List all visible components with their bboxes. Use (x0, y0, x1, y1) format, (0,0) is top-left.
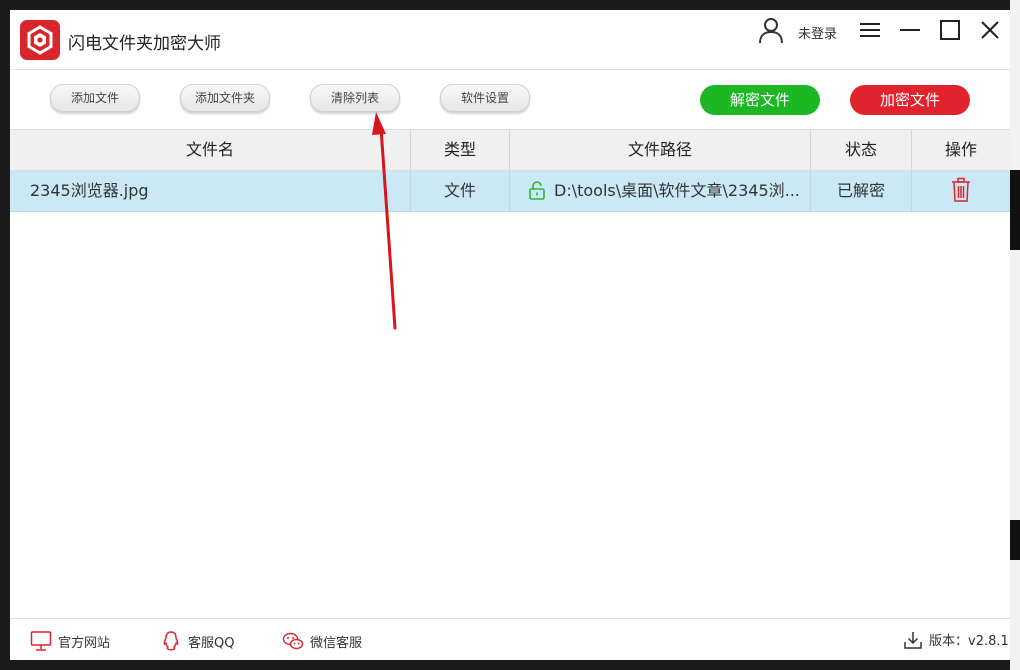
menu-icon[interactable] (858, 18, 882, 42)
header-action: 操作 (944, 140, 977, 159)
file-path-text: D:\tools\桌面\软件文章\2345浏... (554, 181, 800, 200)
header-type[interactable]: 类型 (411, 130, 510, 170)
trash-icon[interactable] (950, 177, 972, 203)
app-logo-icon (20, 20, 60, 60)
file-status-cell: 已解密 (811, 171, 912, 211)
app-title: 闪电文件夹加密大师 (68, 34, 221, 54)
official-website-link[interactable]: 官方网站 (30, 630, 110, 652)
footer-bar: 官方网站 客服QQ 微信客服 版本：v2.8.1 (10, 618, 1010, 660)
add-folder-button[interactable]: 添加文件夹 (180, 84, 270, 112)
maximize-icon[interactable] (938, 18, 962, 42)
download-icon (904, 632, 922, 649)
wechat-service-label: 微信客服 (310, 636, 363, 651)
add-file-button[interactable]: 添加文件 (50, 84, 140, 112)
customer-qq-link[interactable]: 客服QQ (160, 630, 234, 652)
title-divider (10, 69, 1010, 70)
file-type-cell: 文件 (411, 171, 510, 211)
app-window: 闪电文件夹加密大师 未登录 添加文件 添加文件夹 清除列表 软件设置 解密文件 … (10, 10, 1010, 660)
table-header: 文件名 类型 文件路径 状态 操作 (10, 129, 1010, 171)
wechat-icon (282, 632, 304, 650)
background-window-fragment (1010, 520, 1020, 560)
action-cell (912, 171, 1010, 211)
user-icon[interactable] (757, 16, 785, 44)
header-path[interactable]: 文件路径 (510, 130, 811, 170)
file-name-cell: 2345浏览器.jpg (10, 171, 411, 211)
version-info[interactable]: 版本：v2.8.1 (903, 630, 1009, 652)
official-website-label: 官方网站 (58, 636, 111, 651)
customer-qq-label: 客服QQ (188, 636, 235, 651)
encrypt-file-button[interactable]: 加密文件 (850, 85, 970, 115)
qq-icon (163, 631, 179, 651)
wechat-service-link[interactable]: 微信客服 (282, 630, 362, 652)
background-window-strip (1010, 0, 1020, 670)
unlocked-lock-icon (528, 175, 546, 200)
monitor-icon (30, 631, 52, 651)
decrypt-file-button[interactable]: 解密文件 (700, 85, 820, 115)
title-bar: 闪电文件夹加密大师 未登录 (10, 10, 1010, 70)
table-row[interactable]: 2345浏览器.jpg 文件 D:\tools\桌面\软件文章\2345浏...… (10, 171, 1010, 212)
file-path-cell: D:\tools\桌面\软件文章\2345浏... (510, 171, 811, 211)
header-filename[interactable]: 文件名 (10, 130, 411, 170)
login-status[interactable]: 未登录 (798, 23, 837, 42)
version-label: 版本：v2.8.1 (929, 634, 1009, 649)
clear-list-button[interactable]: 清除列表 (310, 84, 400, 112)
close-icon[interactable] (978, 18, 1002, 42)
minimize-icon[interactable] (898, 18, 922, 42)
settings-button[interactable]: 软件设置 (440, 84, 530, 112)
background-window-fragment (1010, 170, 1020, 250)
header-status[interactable]: 状态 (811, 130, 912, 170)
